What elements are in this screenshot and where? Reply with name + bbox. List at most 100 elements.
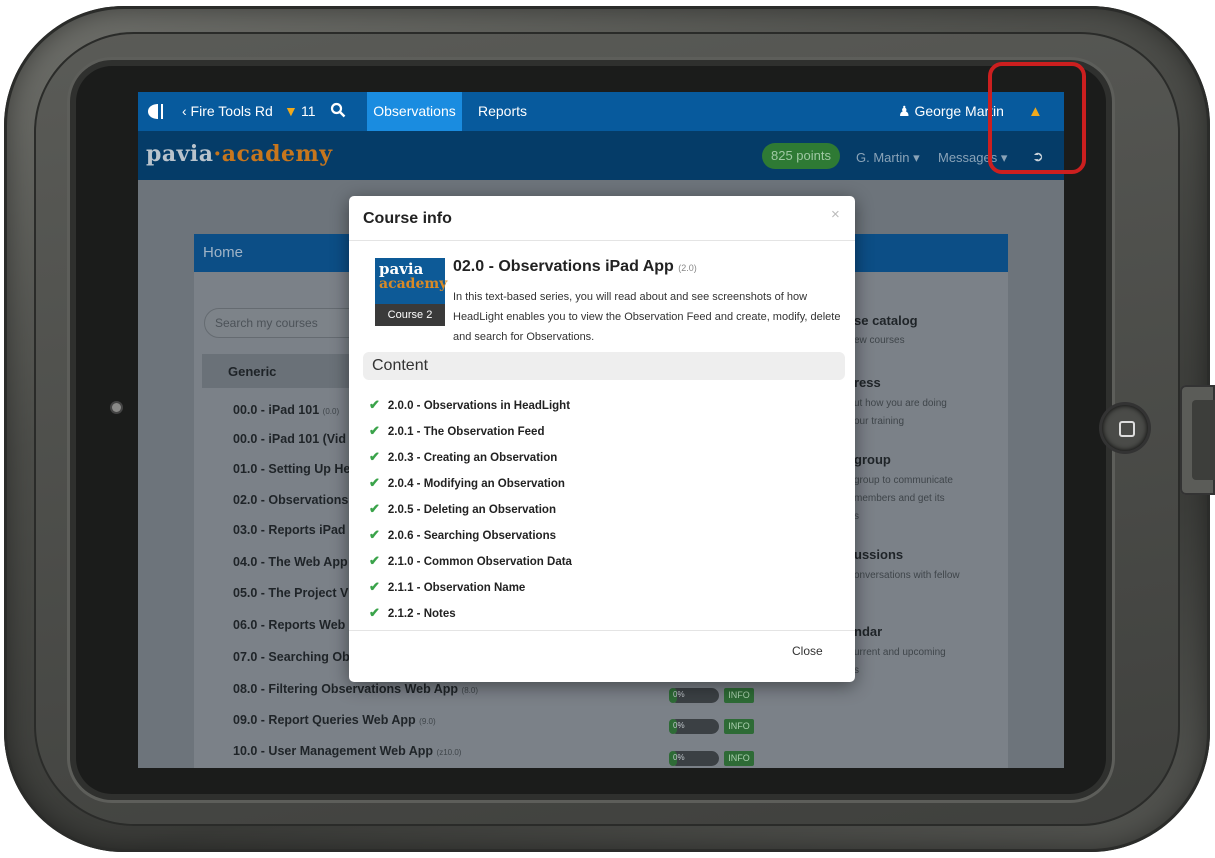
- course-version: (9.0): [419, 717, 436, 726]
- brand-bar: pavia·academy: [138, 131, 1064, 180]
- lesson-item[interactable]: ✔ 2.0.6 - Searching Observations: [369, 527, 556, 543]
- pavia-academy-logo[interactable]: pavia·academy: [146, 141, 333, 167]
- panel-text: ut how you are doing: [854, 398, 947, 409]
- content-heading: Content: [363, 352, 845, 380]
- home-button-icon: [1119, 421, 1135, 437]
- panel-text: group to communicate: [854, 475, 953, 486]
- info-button[interactable]: INFO: [724, 719, 754, 734]
- lesson-item[interactable]: ✔ 2.0.0 - Observations in HeadLight: [369, 397, 570, 413]
- course-item[interactable]: 06.0 - Reports Web: [233, 618, 345, 632]
- panel-text: onversations with fellow: [854, 570, 960, 581]
- lesson-item[interactable]: ✔ 2.1.2 - Notes: [369, 605, 456, 621]
- course-item[interactable]: 03.0 - Reports iPad: [233, 523, 346, 537]
- course-name: 06.0 - Reports Web: [233, 618, 346, 632]
- progress-bar: 0%: [669, 719, 719, 734]
- course-item[interactable]: 01.0 - Setting Up He: [233, 462, 350, 476]
- search-icon[interactable]: [330, 102, 346, 118]
- progress-label: 0%: [673, 753, 685, 762]
- checkmark-icon: ✔: [369, 397, 380, 412]
- progress-bar: 0%: [669, 688, 719, 703]
- points-badge[interactable]: 825 points: [762, 143, 840, 169]
- course-item[interactable]: 00.0 - iPad 101 (Vid: [233, 432, 346, 446]
- checkmark-icon: ✔: [369, 475, 380, 490]
- lesson-item[interactable]: ✔ 2.0.5 - Deleting an Observation: [369, 501, 556, 517]
- course-name: 02.0 - Observations: [233, 493, 349, 507]
- info-button[interactable]: INFO: [724, 751, 754, 766]
- progress-label: 0%: [673, 721, 685, 730]
- person-icon: ♟: [898, 103, 911, 119]
- course-item[interactable]: 05.0 - The Project V: [233, 586, 348, 600]
- course-title-text: 02.0 - Observations iPad App: [453, 258, 674, 275]
- progress-bar: 0%: [669, 751, 719, 766]
- checkmark-icon: ✔: [369, 527, 380, 542]
- brand-dot: ·: [213, 141, 222, 167]
- badge-brand-line2: academy: [379, 276, 448, 292]
- course-item[interactable]: 02.0 - Observations: [233, 493, 348, 507]
- course-name: 07.0 - Searching Ob: [233, 650, 350, 664]
- close-button[interactable]: Close: [792, 644, 823, 658]
- progress-link[interactable]: ress: [854, 375, 881, 390]
- course-info-modal: Course info × pavia academy Course 2 02.…: [349, 196, 855, 682]
- tab-observations[interactable]: Observations: [367, 92, 462, 131]
- course-version: (8.0): [461, 686, 478, 695]
- lesson-item[interactable]: ✔ 2.0.4 - Modifying an Observation: [369, 475, 565, 491]
- course-item[interactable]: 00.0 - iPad 101 (0.0): [233, 403, 339, 417]
- course-item[interactable]: 10.0 - User Management Web App (z10.0): [233, 744, 461, 758]
- checkmark-icon: ✔: [369, 553, 380, 568]
- brand-part1: pavia: [146, 141, 214, 167]
- course-badge: pavia academy Course 2: [375, 258, 448, 326]
- course-name: 03.0 - Reports iPad: [233, 523, 346, 537]
- checkmark-icon: ✔: [369, 423, 380, 438]
- checkmark-icon: ✔: [369, 579, 380, 594]
- course-name: 00.0 - iPad 101 (Vid: [233, 432, 347, 446]
- app-screen: ‹ Fire Tools Rd ▼ 11 Observations Report…: [138, 92, 1064, 768]
- lesson-label: 2.0.6 - Searching Observations: [387, 530, 556, 542]
- discussions-link[interactable]: ussions: [854, 547, 903, 562]
- camera-icon: [112, 403, 121, 412]
- close-icon[interactable]: ×: [831, 206, 840, 223]
- account-menu[interactable]: G. Martin ▾: [856, 150, 920, 166]
- modal-divider: [349, 240, 855, 241]
- course-version: (z10.0): [436, 748, 462, 757]
- modal-footer-divider: [349, 630, 855, 631]
- filter-count[interactable]: 11: [301, 103, 316, 119]
- course-name: 09.0 - Report Queries Web App: [233, 713, 416, 727]
- badge-label: Course 2: [375, 304, 445, 326]
- course-name: 00.0 - iPad 101: [233, 403, 320, 417]
- course-catalog-link[interactable]: se catalog: [854, 313, 918, 328]
- lesson-label: 2.0.4 - Modifying an Observation: [387, 478, 565, 490]
- course-name: 08.0 - Filtering Observations Web App: [233, 682, 459, 696]
- top-nav: ‹ Fire Tools Rd ▼ 11 Observations Report…: [138, 92, 1064, 131]
- lesson-label: 2.1.0 - Common Observation Data: [387, 556, 572, 568]
- panel-text: urrent and upcoming: [854, 647, 946, 658]
- account-name: G. Martin: [856, 150, 910, 165]
- panel-text: members and get its: [854, 493, 945, 504]
- home-title: Home: [203, 244, 244, 261]
- course-version: (0.0): [322, 407, 340, 416]
- info-button[interactable]: INFO: [724, 688, 754, 703]
- lesson-item[interactable]: ✔ 2.0.1 - The Observation Feed: [369, 423, 544, 439]
- lesson-item[interactable]: ✔ 2.0.3 - Creating an Observation: [369, 449, 557, 465]
- group-link[interactable]: group: [854, 452, 891, 467]
- app-logo-icon[interactable]: [146, 103, 164, 120]
- lesson-label: 2.0.1 - The Observation Feed: [387, 426, 545, 438]
- content-heading-text: Content: [372, 357, 429, 374]
- filter-icon[interactable]: ▼: [284, 103, 298, 119]
- course-name: 04.0 - The Web App: [233, 555, 348, 569]
- course-item[interactable]: 08.0 - Filtering Observations Web App (8…: [233, 682, 478, 696]
- highlight-box: [988, 62, 1086, 174]
- course-version: (2.0): [678, 263, 697, 273]
- modal-title: Course info: [363, 210, 452, 227]
- calendar-link[interactable]: ndar: [854, 624, 882, 639]
- lesson-label: 2.1.1 - Observation Name: [387, 582, 526, 594]
- case-side-latch-inner: [1192, 400, 1215, 480]
- course-description: In this text-based series, you will read…: [453, 291, 841, 343]
- course-item[interactable]: 04.0 - The Web App: [233, 555, 348, 569]
- tab-reports[interactable]: Reports: [478, 92, 527, 131]
- lesson-item[interactable]: ✔ 2.1.1 - Observation Name: [369, 579, 525, 595]
- chevron-down-icon: ▾: [913, 150, 920, 165]
- back-link[interactable]: ‹ Fire Tools Rd: [182, 103, 273, 119]
- course-item[interactable]: 09.0 - Report Queries Web App (9.0): [233, 713, 436, 727]
- lesson-item[interactable]: ✔ 2.1.0 - Common Observation Data: [369, 553, 572, 569]
- course-item[interactable]: 07.0 - Searching Ob: [233, 650, 350, 664]
